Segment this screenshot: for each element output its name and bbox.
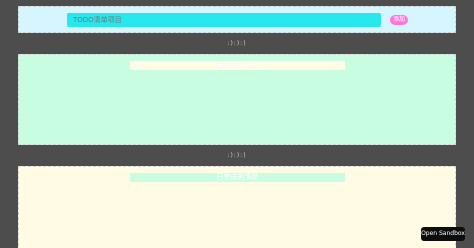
open-sandbox-button[interactable]: Open Sandbox [421,227,465,241]
done-list-title: 已完成的清单 [130,173,345,182]
pending-list-title: 未完成的清单 [130,61,345,70]
todo-app: 添加 :):):) 未完成的清单 :):):) 已完成的清单 Open Sand… [0,0,474,248]
input-panel: 添加 [18,6,456,33]
separator-bottom: :):):) [227,152,247,159]
add-button[interactable]: 添加 [390,15,408,25]
todo-input[interactable] [67,13,381,27]
done-list: 已完成的清单 [18,166,456,248]
separator-top: :):):) [227,40,247,47]
pending-list: 未完成的清单 [18,54,456,145]
